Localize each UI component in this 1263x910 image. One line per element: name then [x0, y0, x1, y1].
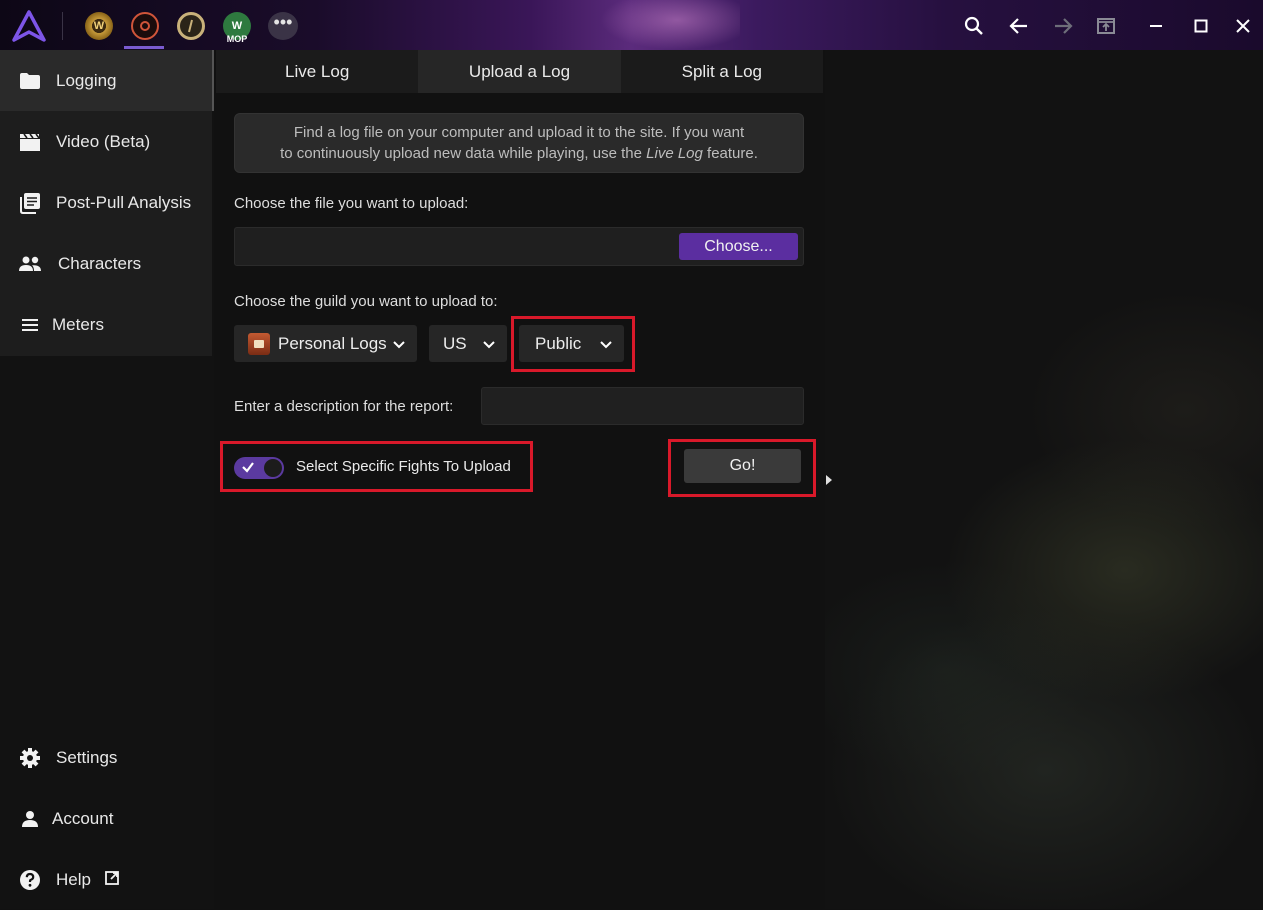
gear-icon — [18, 746, 42, 770]
guild-label: Choose the guild you want to upload to: — [234, 293, 498, 310]
game-ffxiv-icon[interactable] — [131, 12, 159, 40]
chevron-down-icon — [483, 334, 495, 354]
background-artwork — [825, 50, 1263, 909]
help-icon — [18, 868, 42, 892]
maximize-icon[interactable] — [1189, 14, 1213, 38]
sidebar-nav: Logging Video (Beta) Post-Pull Analysis … — [0, 50, 214, 356]
guild-select-value: Personal Logs — [278, 333, 387, 353]
title-bar-artwork — [600, 0, 740, 50]
sidebar-item-settings[interactable]: Settings — [0, 727, 212, 788]
choose-file-button[interactable]: Choose... — [679, 233, 798, 260]
chevron-down-icon — [393, 334, 405, 354]
sidebar-item-video[interactable]: Video (Beta) — [0, 111, 212, 172]
sidebar-item-label: Post-Pull Analysis — [56, 192, 192, 212]
game-wow-mop-label: MOP — [226, 34, 248, 44]
sidebar-item-characters[interactable]: Characters — [0, 233, 212, 294]
person-icon — [18, 807, 42, 831]
title-bar-separator — [62, 12, 63, 40]
sidebar-item-label: Account — [52, 808, 114, 828]
sidebar-item-label: Meters — [52, 314, 104, 334]
expand-panel-arrow-icon[interactable] — [824, 473, 834, 492]
guild-select[interactable]: Personal Logs — [234, 325, 417, 362]
region-select-value: US — [443, 333, 467, 353]
active-item-indicator — [212, 50, 214, 111]
file-label: Choose the file you want to upload: — [234, 195, 469, 212]
go-highlight-box — [668, 439, 816, 497]
tab-upload-a-log[interactable]: Upload a Log — [418, 50, 621, 93]
sidebar-item-account[interactable]: Account — [0, 788, 212, 849]
tab-split-a-log[interactable]: Split a Log — [620, 50, 823, 93]
search-icon[interactable] — [962, 14, 986, 38]
upload-panel: Live Log Upload a Log Split a Log Find a… — [216, 50, 823, 909]
sidebar-item-meters[interactable]: Meters — [0, 294, 212, 355]
sidebar-item-logging[interactable]: Logging — [0, 50, 212, 111]
title-bar: W W MOP ••• — [0, 0, 1263, 50]
live-log-reference: Live Log — [646, 145, 703, 162]
sidebar-item-label: Characters — [58, 253, 142, 273]
more-games-button[interactable]: ••• — [268, 12, 298, 40]
list-icon — [18, 313, 42, 337]
tab-live-log[interactable]: Live Log — [216, 50, 419, 93]
external-link-icon — [105, 870, 119, 890]
people-icon — [18, 252, 42, 276]
active-game-indicator — [124, 46, 164, 49]
info-text-line-2: to continuously upload new data while pl… — [280, 145, 758, 162]
sidebar-item-help[interactable]: Help — [0, 849, 212, 910]
description-label: Enter a description for the report: — [234, 398, 454, 415]
info-text-line-1: Find a log file on your computer and upl… — [293, 124, 745, 141]
logging-tabs: Live Log Upload a Log Split a Log — [216, 50, 823, 93]
back-arrow-icon[interactable] — [1007, 14, 1031, 38]
open-external-icon[interactable] — [1094, 14, 1118, 38]
toggle-highlight-box — [220, 441, 533, 492]
sidebar-item-label: Logging — [56, 70, 117, 90]
game-eso-icon[interactable] — [177, 12, 205, 40]
app-logo-icon[interactable] — [12, 10, 46, 42]
sidebar-item-post-pull-analysis[interactable]: Post-Pull Analysis — [0, 172, 212, 233]
upload-info-box: Find a log file on your computer and upl… — [234, 113, 804, 173]
sidebar-item-label: Video (Beta) — [56, 131, 151, 151]
sidebar-item-label: Help — [56, 869, 91, 889]
folder-icon — [18, 69, 42, 93]
minimize-icon[interactable] — [1144, 14, 1168, 38]
region-select[interactable]: US — [429, 325, 507, 362]
close-icon[interactable] — [1231, 14, 1255, 38]
guild-icon — [248, 332, 270, 355]
clapperboard-icon — [18, 130, 42, 154]
forward-arrow-icon[interactable] — [1051, 14, 1075, 38]
sidebar-item-label: Settings — [56, 747, 118, 767]
library-icon — [18, 191, 42, 215]
visibility-highlight-box — [511, 316, 635, 372]
description-input[interactable] — [481, 387, 804, 425]
sidebar: Logging Video (Beta) Post-Pull Analysis … — [0, 50, 214, 909]
game-wow-icon[interactable]: W — [85, 12, 113, 40]
